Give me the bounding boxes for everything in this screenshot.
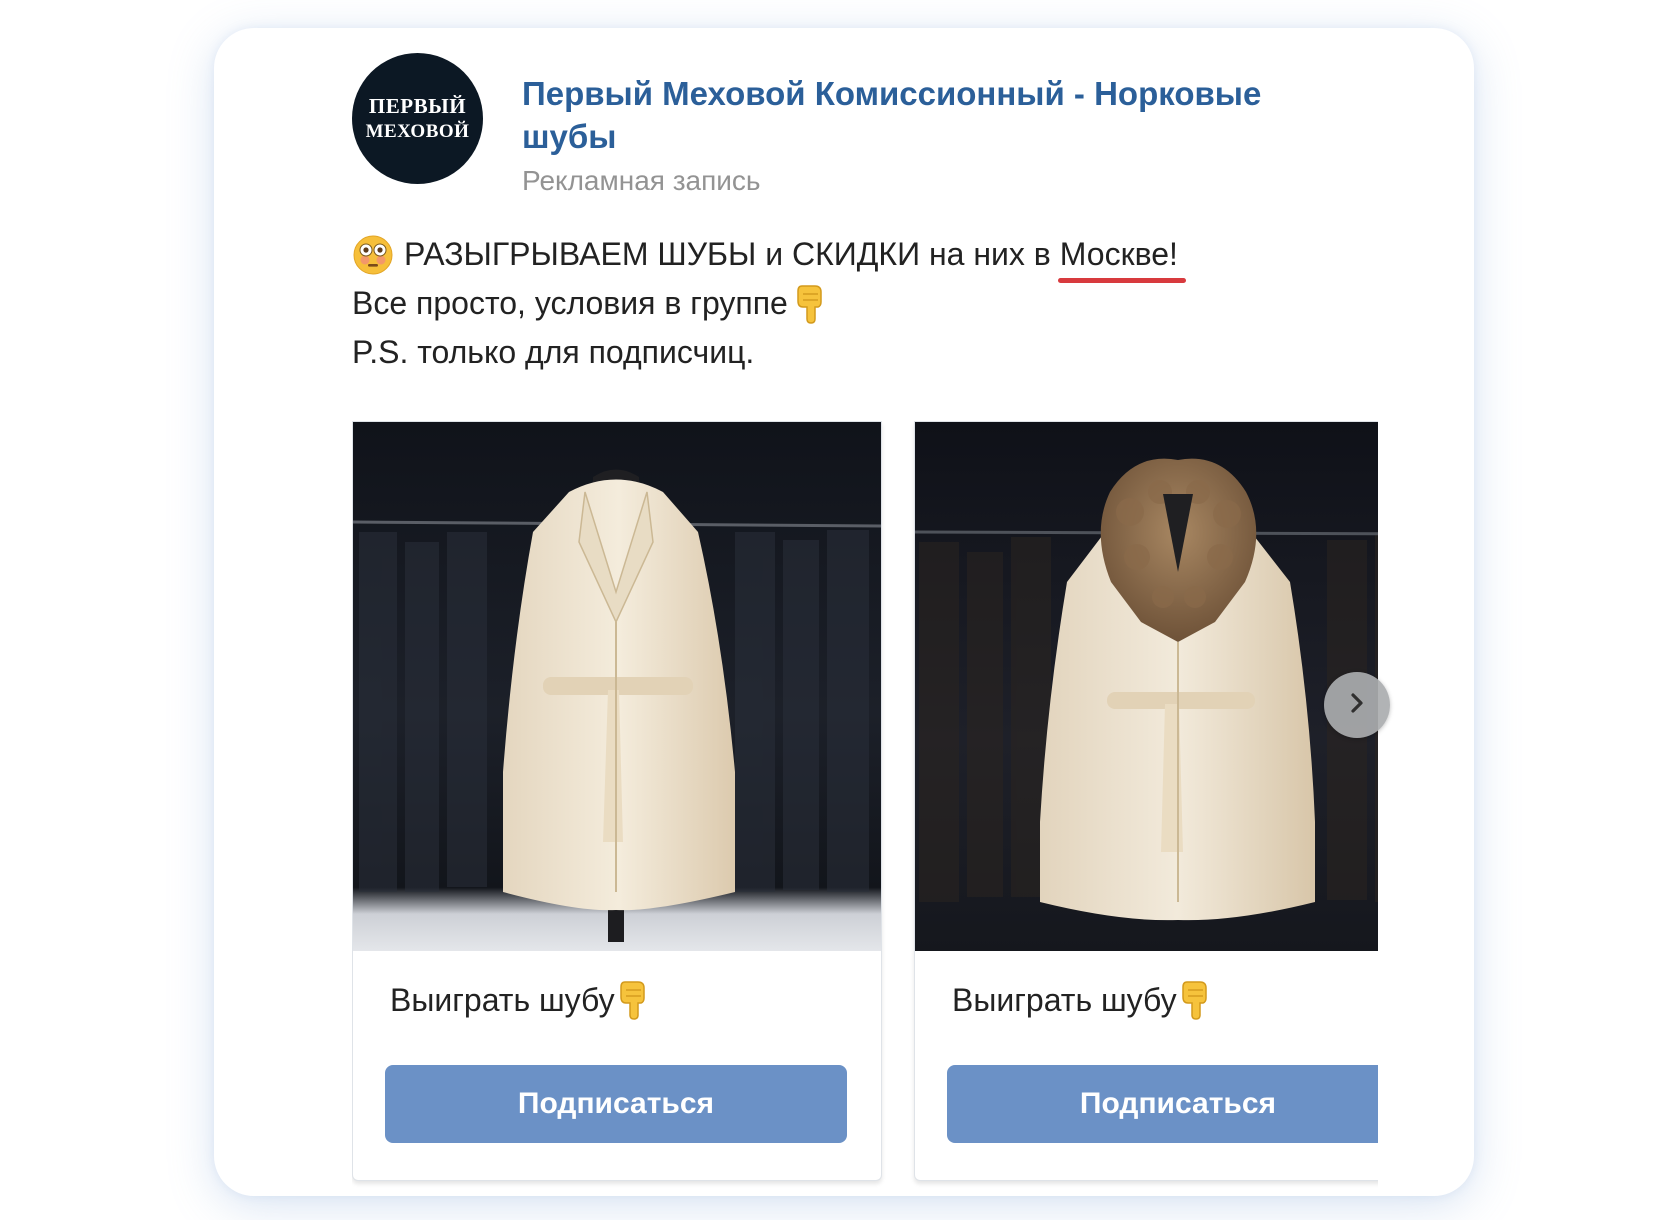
red-underline [1057, 278, 1186, 283]
highlighted-city-text: Москве! [1059, 236, 1178, 272]
carousel-next-button[interactable] [1324, 672, 1390, 738]
fur-coat-photo[interactable] [915, 422, 1378, 951]
card-caption-text: Выиграть шубу [952, 982, 1177, 1018]
chevron-right-icon [1344, 690, 1370, 721]
post-text-line-2: Все просто, условия в группе [352, 279, 1352, 328]
page: ПЕРВЫЙ МЕХОВОЙ Первый Меховой Комиссионн… [0, 0, 1680, 1220]
group-name-link[interactable]: Первый Меховой Комиссионный - Норковые ш… [522, 72, 1362, 158]
post-text-line-2-main: Все просто, условия в группе [352, 285, 788, 321]
carousel-card[interactable]: Выиграть шубу Подписаться [352, 421, 882, 1181]
card-caption-text: Выиграть шубу [390, 982, 615, 1018]
highlighted-city: Москве! [1057, 230, 1186, 283]
subscribe-button[interactable]: Подписаться [385, 1065, 847, 1143]
card-caption: Выиграть шубу [952, 980, 1211, 1020]
post-text-line-1: РАЗЫГРЫВАЕМ ШУБЫ и СКИДКИ на них в Москв… [352, 230, 1352, 283]
ad-post-card: ПЕРВЫЙ МЕХОВОЙ Первый Меховой Комиссионн… [214, 28, 1474, 1196]
pointing-down-emoji-icon [794, 284, 826, 324]
fur-coat-photo[interactable] [353, 422, 881, 951]
post-text-line-3: P.S. только для подписчиц. [352, 334, 755, 370]
card-caption: Выиграть шубу [390, 980, 649, 1020]
ad-carousel: Выиграть шубу Подписаться Выиграть шубу … [352, 421, 1378, 1196]
ad-label: Рекламная запись [522, 165, 761, 196]
group-avatar[interactable]: ПЕРВЫЙ МЕХОВОЙ [352, 53, 483, 184]
subscribe-button[interactable]: Подписаться [947, 1065, 1378, 1143]
pointing-down-emoji-icon [617, 980, 649, 1020]
avatar-logo-text-line2: МЕХОВОЙ [365, 120, 470, 142]
avatar-logo-text-line1: ПЕРВЫЙ [368, 93, 467, 118]
flushed-face-emoji-icon [352, 234, 394, 276]
carousel-card[interactable]: Выиграть шубу Подписаться [914, 421, 1378, 1181]
pointing-down-emoji-icon [1179, 980, 1211, 1020]
post-text: РАЗЫГРЫВАЕМ ШУБЫ и СКИДКИ на них в Москв… [352, 230, 1352, 377]
post-text-line-1-main: РАЗЫГРЫВАЕМ ШУБЫ и СКИДКИ на них в [404, 236, 1051, 272]
